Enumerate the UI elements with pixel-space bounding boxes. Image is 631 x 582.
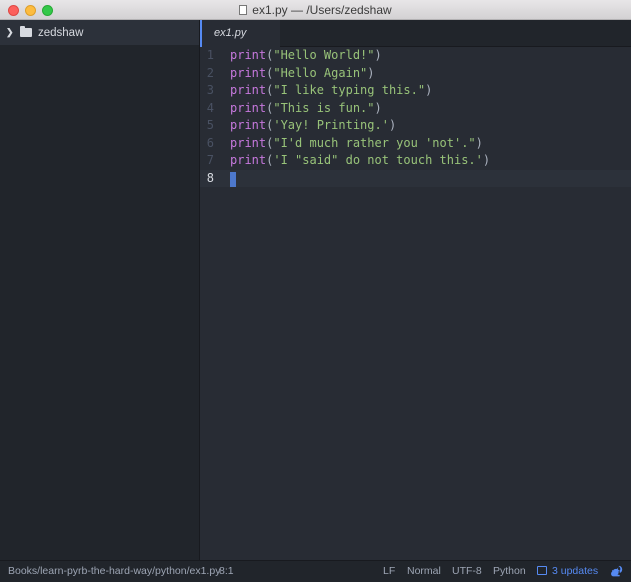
line-number: 6 xyxy=(206,135,214,150)
line-number: 5 xyxy=(206,118,214,132)
line-number: 8 xyxy=(206,170,214,185)
function-name: print xyxy=(230,153,267,167)
chevron-right-icon[interactable]: ❯ xyxy=(6,27,16,38)
code-text: print('Yay! Printing.') xyxy=(230,117,396,135)
function-name: print xyxy=(230,48,267,62)
code-line[interactable]: 4 print("This is fun.") xyxy=(200,100,631,118)
line-number: 4 xyxy=(206,100,214,115)
line-number: 3 xyxy=(206,83,214,97)
file-icon xyxy=(239,5,248,15)
editor-window: ex1.py — /Users/zedshaw ❯ zedshaw ex1.py… xyxy=(0,0,631,582)
tab-ex1-py[interactable]: ex1.py xyxy=(200,20,280,47)
paren: ) xyxy=(475,135,483,150)
line-number: 2 xyxy=(206,65,214,80)
updates-label: 3 updates xyxy=(552,565,599,577)
string-literal: "Hello World!" xyxy=(273,48,375,62)
status-bar: Books/learn-pyrb-the-hard-way/python/ex1… xyxy=(0,560,631,582)
code-line[interactable]: 1 print("Hello World!") xyxy=(200,47,631,65)
code-line[interactable]: 7 print('I "said" do not touch this.') xyxy=(200,152,631,170)
function-name: print xyxy=(230,118,267,132)
status-cursor-position[interactable]: 8:1 xyxy=(219,561,234,582)
string-literal: 'Yay! Printing.' xyxy=(273,118,389,132)
paren: ) xyxy=(367,65,375,80)
status-encoding[interactable]: UTF-8 xyxy=(452,561,482,582)
string-literal: "Hello Again" xyxy=(273,65,368,80)
code-line-active[interactable]: 8 xyxy=(200,169,631,187)
string-literal: "This is fun." xyxy=(273,100,375,115)
tab-label: ex1.py xyxy=(214,27,247,39)
status-line-ending[interactable]: LF xyxy=(383,561,395,582)
window-title-text: ex1.py — /Users/zedshaw xyxy=(252,3,392,17)
code-text: print("I like typing this.") xyxy=(230,82,432,100)
code-line[interactable]: 6 print("I'd much rather you 'not'.") xyxy=(200,135,631,153)
tree-root-label: zedshaw xyxy=(38,26,84,39)
code-line[interactable]: 3 print("I like typing this.") xyxy=(200,82,631,100)
title-bar: ex1.py — /Users/zedshaw xyxy=(0,0,631,20)
tree-view: ❯ zedshaw xyxy=(0,20,200,560)
paren: ) xyxy=(388,118,397,132)
paren: ) xyxy=(374,100,382,115)
paren: ) xyxy=(374,48,382,62)
code-line[interactable]: 2 print("Hello Again") xyxy=(200,65,631,83)
status-file-path[interactable]: Books/learn-pyrb-the-hard-way/python/ex1… xyxy=(8,561,220,582)
paren: ) xyxy=(425,83,433,97)
code-text: print('I "said" do not touch this.') xyxy=(230,152,490,170)
function-name: print xyxy=(230,83,267,97)
window-title: ex1.py — /Users/zedshaw xyxy=(0,0,631,20)
code-editor[interactable]: 1 print("Hello World!") 2 print("Hello A… xyxy=(200,47,631,560)
tab-bar: ex1.py xyxy=(200,20,631,47)
code-text: print("I'd much rather you 'not'.") xyxy=(230,135,483,153)
code-text: print("Hello World!") xyxy=(230,47,382,65)
string-literal: "I like typing this." xyxy=(273,83,426,97)
paren: ) xyxy=(482,153,491,167)
string-literal: "I'd much rather you 'not'." xyxy=(273,135,476,150)
tree-root-folder[interactable]: ❯ zedshaw xyxy=(0,20,199,45)
squirrel-icon[interactable] xyxy=(610,565,623,578)
status-updates[interactable]: 3 updates xyxy=(537,561,598,582)
code-text: print("Hello Again") xyxy=(230,65,375,83)
code-line[interactable]: 5 print('Yay! Printing.') xyxy=(200,117,631,135)
folder-icon xyxy=(20,26,32,37)
status-grammar[interactable]: Python xyxy=(493,561,526,582)
function-name: print xyxy=(230,135,267,150)
status-mode[interactable]: Normal xyxy=(407,561,441,582)
function-name: print xyxy=(230,65,267,80)
line-number: 7 xyxy=(206,153,214,167)
package-icon xyxy=(537,566,547,575)
code-text: print("This is fun.") xyxy=(230,100,382,118)
line-number: 1 xyxy=(206,48,214,62)
string-literal: 'I "said" do not touch this.' xyxy=(273,153,483,167)
function-name: print xyxy=(230,100,267,115)
text-cursor xyxy=(230,171,236,187)
